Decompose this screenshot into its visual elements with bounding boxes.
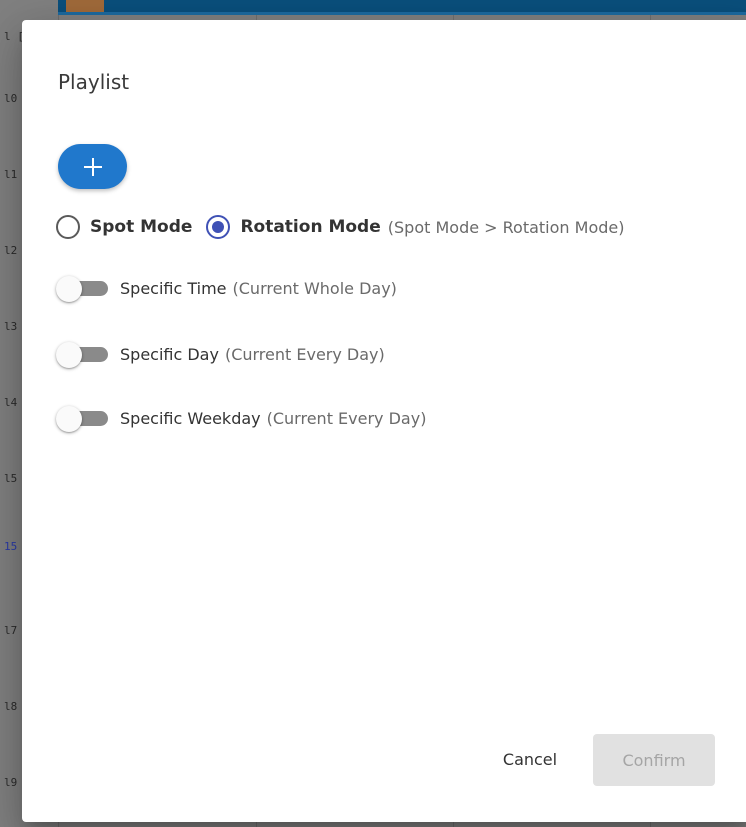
specific-time-hint: (Current Whole Day) [232, 278, 397, 298]
background-row-label: l3 [4, 320, 18, 333]
specific-day-row: Specific Day (Current Every Day) [56, 342, 385, 368]
confirm-button[interactable]: Confirm [593, 734, 715, 786]
specific-time-toggle[interactable] [56, 276, 110, 302]
toggle-thumb [56, 342, 82, 368]
specific-time-row: Specific Time (Current Whole Day) [56, 276, 397, 302]
radio-selected-dot [212, 221, 225, 233]
background-row-label: 15 [4, 540, 18, 553]
background-row-label: l9 [4, 776, 18, 789]
spot-mode-radio[interactable] [56, 215, 80, 239]
mode-radio-group: Spot Mode Rotation Mode (Spot Mode > Rot… [56, 214, 624, 240]
background-row-label: l8 [4, 700, 18, 713]
specific-day-toggle[interactable] [56, 342, 110, 368]
background-toolbar [58, 0, 746, 12]
background-row-label: l4 [4, 396, 18, 409]
background-header-label: l [ [4, 30, 24, 43]
rotation-mode-label[interactable]: Rotation Mode [240, 217, 380, 237]
specific-weekday-row: Specific Weekday (Current Every Day) [56, 406, 427, 432]
background-toolbar-divider [58, 12, 746, 15]
background-thumbnail [66, 0, 104, 12]
cancel-button[interactable]: Cancel [486, 738, 574, 780]
background-row-label: l0 [4, 92, 18, 105]
specific-time-label: Specific Time [120, 278, 227, 298]
rotation-mode-radio[interactable] [206, 215, 231, 239]
background-row-label: l2 [4, 244, 18, 257]
plus-icon [83, 157, 102, 176]
dialog-title: Playlist [58, 70, 130, 94]
background-row-label: l7 [4, 624, 18, 637]
specific-weekday-toggle[interactable] [56, 406, 110, 432]
specific-day-label: Specific Day [120, 344, 219, 364]
toggle-thumb [56, 406, 82, 432]
specific-weekday-hint: (Current Every Day) [266, 408, 427, 428]
playlist-dialog: Playlist Spot Mode Rotation Mode (Spot M… [22, 20, 746, 822]
add-button[interactable] [58, 144, 127, 189]
background-row-label: l5 [4, 472, 18, 485]
toggle-thumb [56, 276, 82, 302]
specific-weekday-label: Specific Weekday [120, 408, 261, 428]
mode-hint: (Spot Mode > Rotation Mode) [387, 217, 625, 237]
spot-mode-label[interactable]: Spot Mode [90, 217, 192, 237]
specific-day-hint: (Current Every Day) [224, 344, 385, 364]
background-row-label: l1 [4, 168, 18, 181]
